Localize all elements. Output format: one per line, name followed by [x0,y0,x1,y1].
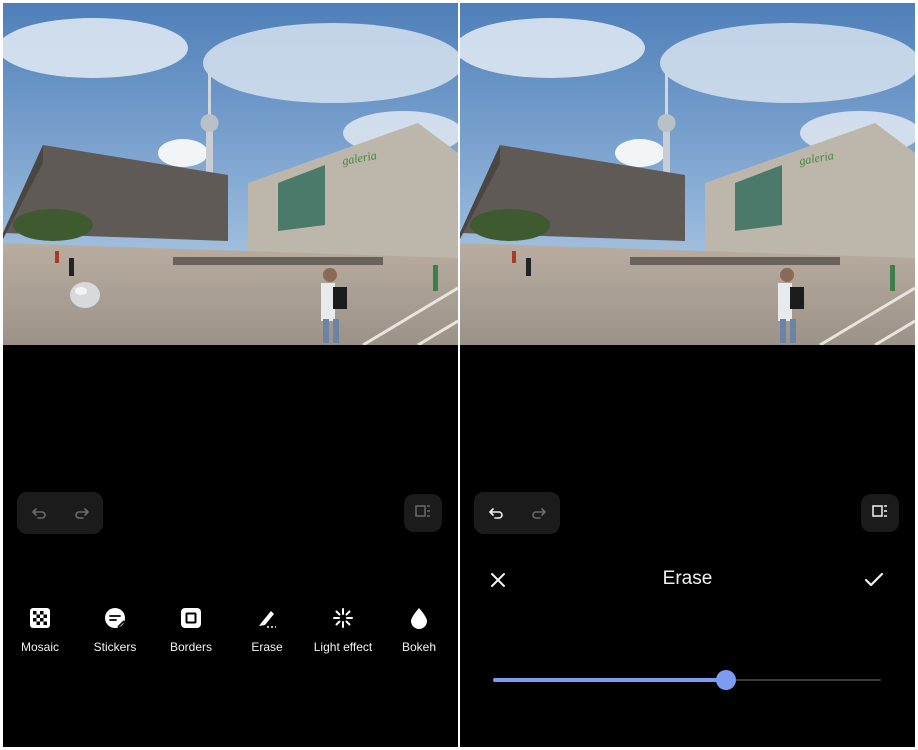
tool-label: Stickers [93,640,137,654]
tool-label: Mosaic [20,640,59,654]
tool-bokeh[interactable]: Bokeh [381,606,457,654]
redo-icon[interactable] [528,502,550,524]
compare-button[interactable] [404,494,442,532]
borders-icon [179,606,203,630]
compare-button[interactable] [861,494,899,532]
editor-screen-erase: galeria Erase [460,3,915,747]
undo-redo-group [17,492,103,534]
brush-size-slider[interactable] [493,670,881,690]
bokeh-icon [407,606,431,630]
undo-icon[interactable] [28,502,50,524]
undo-redo-group [474,492,560,534]
tool-label: Bokeh [401,640,437,654]
tool-bar: Mosaic Stickers Borders Erase Light effe… [3,606,458,666]
tool-erase[interactable]: Erase [229,606,305,654]
tool-mosaic[interactable]: Mosaic [3,606,78,654]
compare-icon [871,502,889,525]
compare-icon [414,502,432,525]
slider-fill [493,678,726,682]
slider-thumb[interactable] [715,670,736,690]
editor-screen-tools: galeria Mosaic Stickers Borders Erase Li… [3,3,458,747]
tool-borders[interactable]: Borders [153,606,229,654]
check-icon[interactable] [862,568,886,592]
erase-icon [255,606,279,630]
redo-icon[interactable] [71,502,93,524]
page-title: Erase [662,568,713,589]
tool-light-effect[interactable]: Light effect [305,606,381,654]
tool-label: Light effect [313,640,373,654]
mosaic-icon [28,606,52,630]
stickers-icon [103,606,127,630]
erase-header: Erase [460,563,915,597]
tool-label: Erase [251,640,283,654]
tool-stickers[interactable]: Stickers [77,606,153,654]
undo-icon[interactable] [485,502,507,524]
tool-label: Borders [169,640,213,654]
photo-preview: galeria [460,3,915,345]
photo-preview: galeria [3,3,458,345]
light-effect-icon [331,606,355,630]
